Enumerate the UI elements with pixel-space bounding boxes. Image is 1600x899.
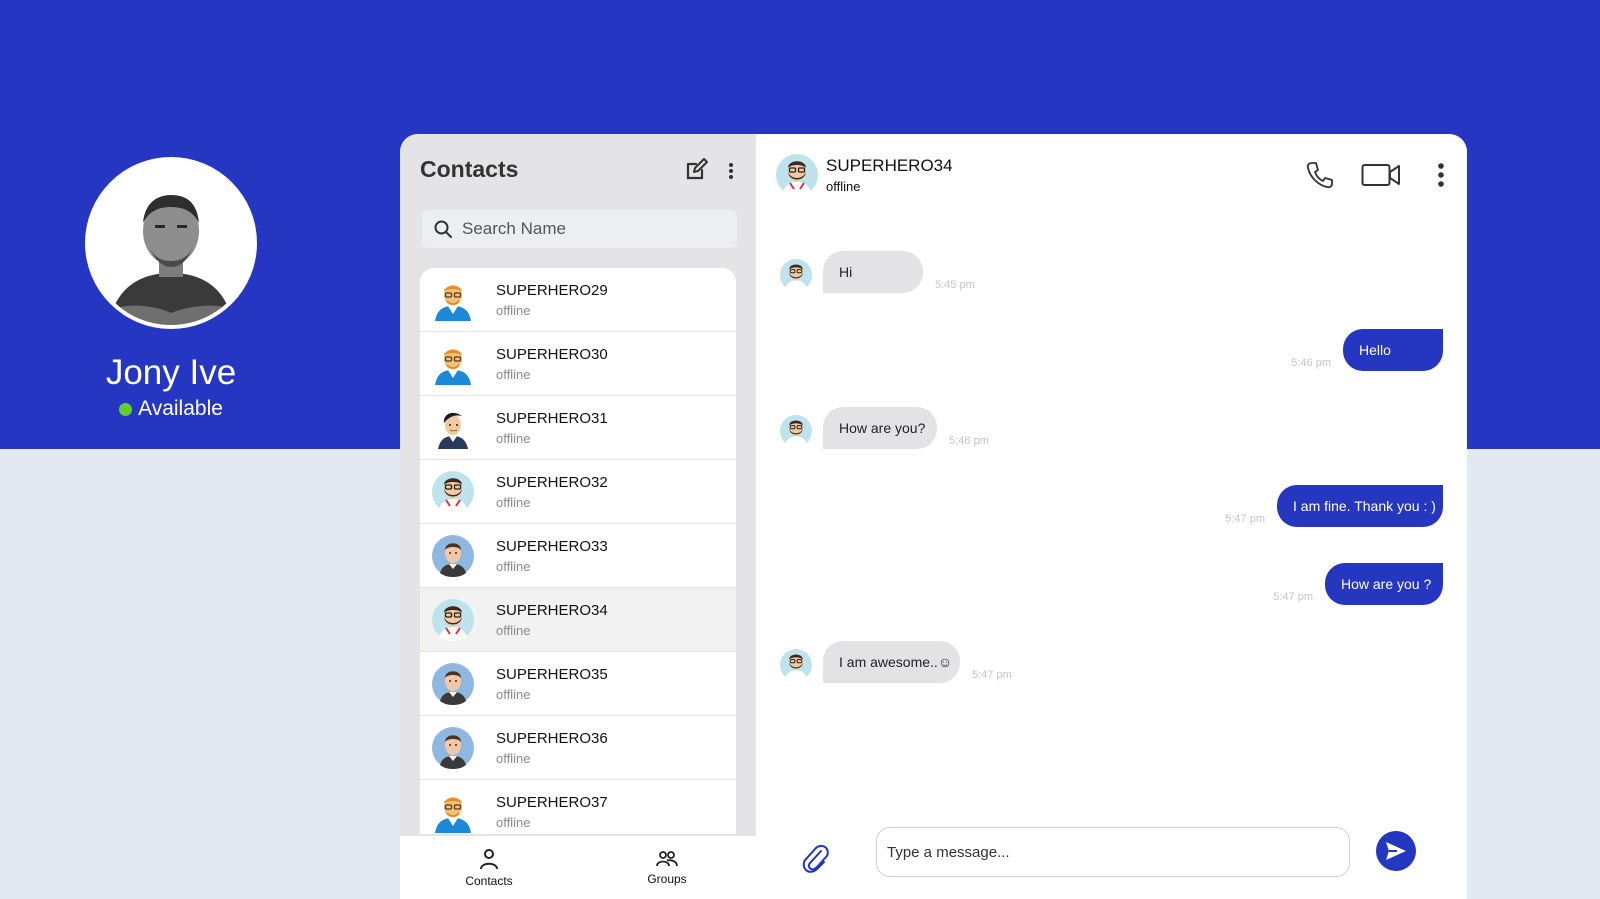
contact-name: SUPERHERO31 [496,409,608,427]
contact-status: offline [496,686,531,702]
chat-contact-name: SUPERHERO34 [826,156,953,175]
message-bubble: How are you ? [1325,563,1443,605]
contact-item[interactable]: SUPERHERO35 offline [420,652,736,716]
nav-contacts[interactable]: Contacts [400,836,578,899]
contact-item[interactable]: SUPERHERO31 offline [420,396,736,460]
message-outgoing: Hello 5:46 pm [1043,329,1443,379]
contact-avatar-icon [435,284,471,321]
message-composer [756,823,1467,899]
message-incoming: Hi 5:45 pm [780,251,1180,301]
chat-app-window: Contacts Search Name SUPERHERO29 offline… [400,134,1467,899]
profile-status: Available [85,397,257,421]
message-bubble: I am fine. Thank you : ) [1277,485,1443,527]
contact-avatar-icon [432,598,474,641]
contact-item[interactable]: SUPERHERO30 offline [420,332,736,396]
nav-groups[interactable]: Groups [578,836,756,899]
bottom-nav: Contacts Groups [400,836,756,899]
contact-item[interactable]: SUPERHERO37 offline [420,780,736,834]
message-time: 5:46 pm [949,435,989,447]
profile-portrait-image [89,161,253,325]
search-box [422,210,737,248]
contact-item[interactable]: SUPERHERO36 offline [420,716,736,780]
contact-name: SUPERHERO32 [496,473,608,491]
contact-avatar-icon [432,726,474,769]
sender-avatar [780,415,812,447]
nav-groups-label: Groups [647,871,687,886]
send-icon [1386,842,1406,860]
contact-name: SUPERHERO34 [496,601,608,619]
contact-avatar-icon [432,662,474,705]
message-time: 5:47 pm [1225,513,1265,525]
message-outgoing: I am fine. Thank you : ) 5:47 pm [1043,485,1443,535]
send-button[interactable] [1376,831,1416,871]
contact-list: SUPERHERO29 offline SUPERHERO30 offline [420,268,736,834]
message-time: 5:47 pm [972,669,1012,681]
contact-avatar-icon [438,412,468,449]
users-icon [656,850,678,866]
sender-avatar [780,259,812,291]
message-time: 5:46 pm [1291,357,1331,369]
contact-item[interactable]: SUPERHERO33 offline [420,524,736,588]
contact-status: offline [496,622,531,638]
chat-contact-avatar[interactable] [776,154,818,196]
contact-name: SUPERHERO35 [496,665,608,683]
contact-item[interactable]: SUPERHERO32 offline [420,460,736,524]
contact-avatar-icon [432,534,474,577]
message-bubble: Hi [823,251,923,293]
contact-name: SUPERHERO37 [496,793,608,811]
contact-status: offline [496,814,531,830]
message-input[interactable] [876,827,1350,877]
online-status-dot [119,403,133,416]
message-incoming: How are you? 5:46 pm [780,407,1180,457]
contacts-sidebar: Contacts Search Name SUPERHERO29 offline… [400,134,756,899]
message-time: 5:47 pm [1273,591,1313,603]
message-bubble: How are you? [823,407,937,449]
contact-item-active[interactable]: SUPERHERO34 offline [420,588,736,652]
more-vertical-icon[interactable] [726,160,736,182]
video-icon[interactable] [1361,162,1401,188]
sender-avatar [780,649,812,681]
contact-name: SUPERHERO33 [496,537,608,555]
contact-avatar-icon [435,796,471,833]
message-time: 5:45 pm [935,279,975,291]
contact-status: offline [496,430,531,446]
contact-status: offline [496,558,531,574]
phone-icon[interactable] [1305,160,1335,190]
contact-name: SUPERHERO30 [496,345,608,363]
profile-name: Jony Ive [105,353,237,392]
contact-status: offline [496,366,531,382]
nav-contacts-label: Contacts [465,873,513,888]
contact-name: SUPERHERO36 [496,729,608,747]
message-incoming: I am awesome..☺ 5:47 pm [780,641,1180,691]
more-vertical-icon[interactable] [1435,160,1447,190]
search-icon [434,220,452,238]
contact-avatar-icon [435,348,471,385]
sidebar-header: Contacts [420,156,736,186]
contact-name: SUPERHERO29 [496,281,608,299]
message-outgoing: How are you ? 5:47 pm [1043,563,1443,613]
chat-contact-status: offline [826,179,861,194]
message-bubble: Hello [1343,329,1443,371]
contact-status: offline [496,302,531,318]
paperclip-icon[interactable] [800,843,830,875]
search-input[interactable] [462,219,722,239]
user-profile: Jony Ive Available [85,157,257,421]
edit-icon[interactable] [684,158,708,182]
user-icon [480,848,498,869]
contact-item[interactable]: SUPERHERO29 offline [420,268,736,332]
message-bubble: I am awesome..☺ [823,641,960,683]
chat-pane: SUPERHERO34 offline Hi 5:45 pm Hello 5:4… [756,134,1467,899]
contact-avatar-icon [432,470,474,513]
contact-status: offline [496,494,531,510]
chat-header: SUPERHERO34 offline [776,154,1447,198]
profile-status-label: Available [138,397,223,420]
contact-status: offline [496,750,531,766]
profile-photo[interactable] [85,157,257,329]
